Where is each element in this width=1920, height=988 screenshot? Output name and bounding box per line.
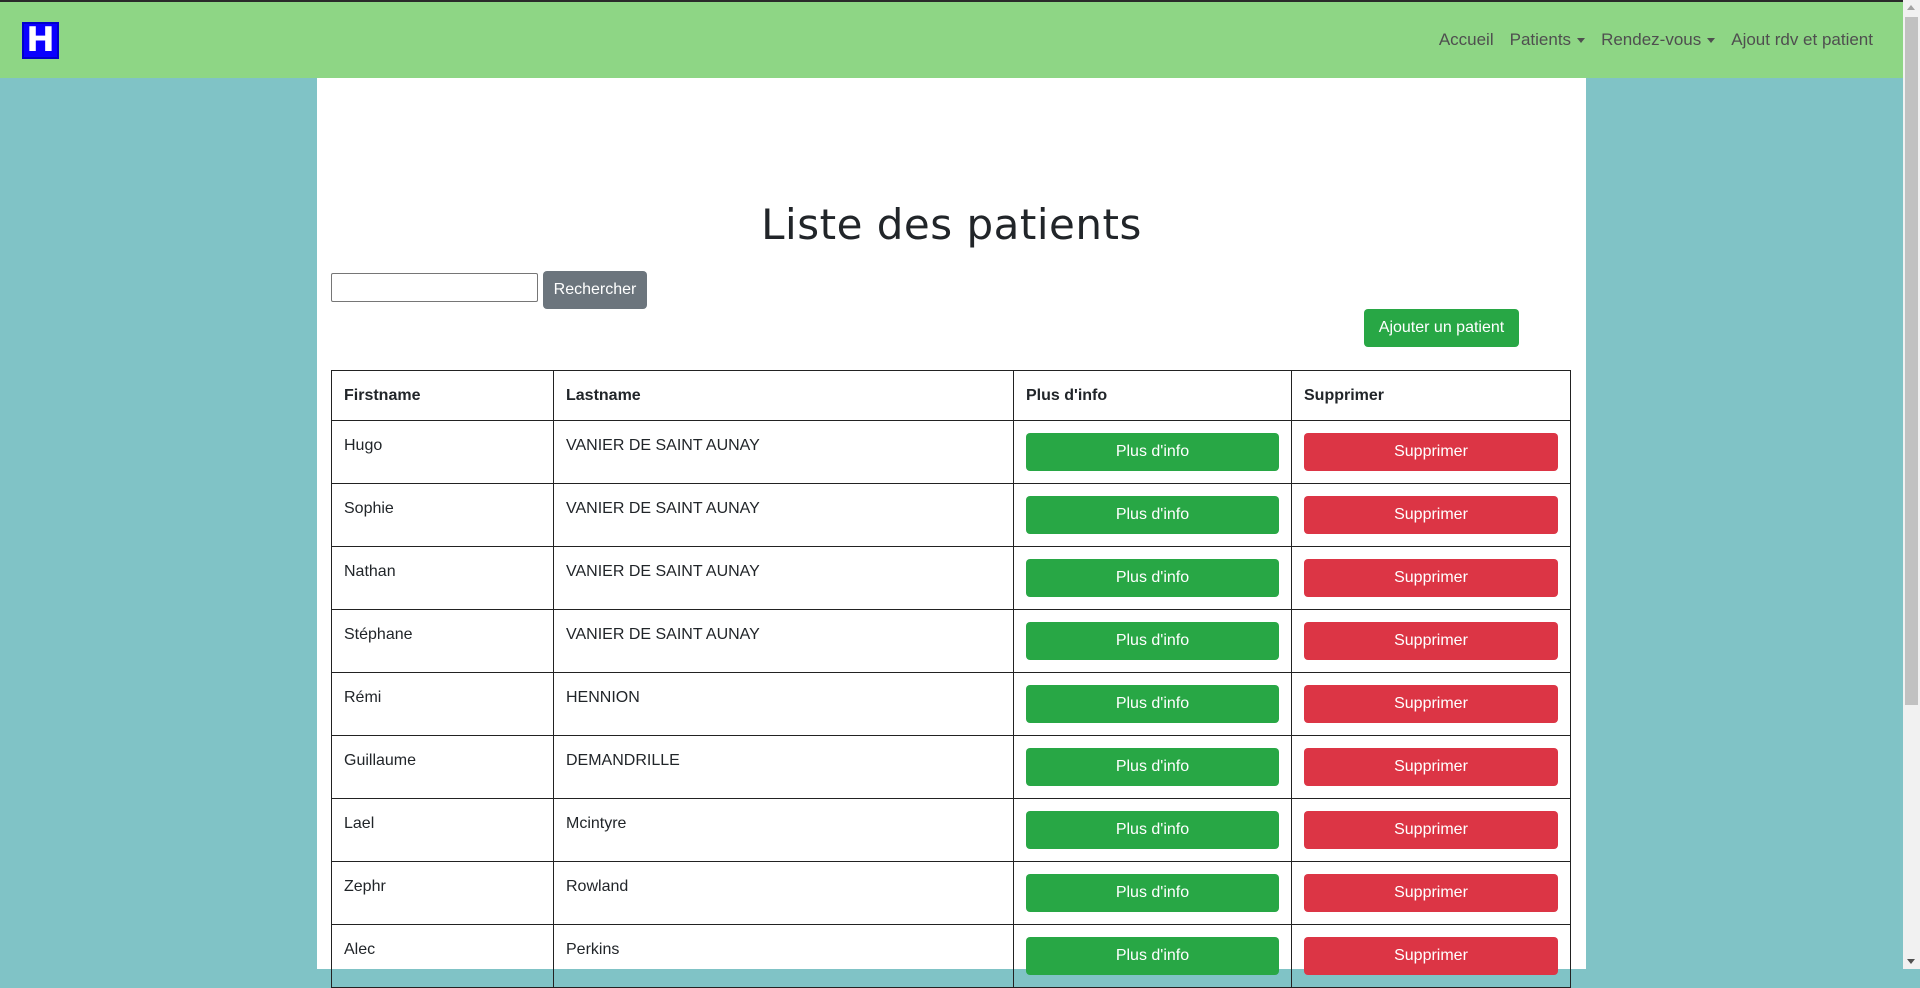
search-button[interactable]: Rechercher <box>543 271 647 309</box>
nav-link-label: Accueil <box>1438 30 1494 49</box>
delete-button[interactable]: Supprimer <box>1304 937 1558 975</box>
info-button[interactable]: Plus d'info <box>1026 496 1279 534</box>
cell-firstname: Zephr <box>331 861 554 925</box>
cell-delete: Supprimer <box>1291 672 1571 736</box>
cell-firstname: Sophie <box>331 483 554 547</box>
cell-firstname: Nathan <box>331 546 554 610</box>
table-row: Stéphane VANIER DE SAINT AUNAY Plus d'in… <box>331 609 1571 673</box>
scroll-down-arrow-icon[interactable] <box>1907 959 1915 964</box>
cell-delete: Supprimer <box>1291 861 1571 925</box>
cell-lastname: DEMANDRILLE <box>553 735 1014 799</box>
cell-delete: Supprimer <box>1291 420 1571 484</box>
cell-firstname: Alec <box>331 924 554 988</box>
cell-info: Plus d'info <box>1013 861 1292 925</box>
nav-links: Accueil Patients Rendez-vous Ajout rdv e… <box>1431 22 1881 58</box>
cell-delete: Supprimer <box>1291 924 1571 988</box>
cell-firstname: Lael <box>331 798 554 862</box>
delete-button[interactable]: Supprimer <box>1304 811 1558 849</box>
column-header-info: Plus d'info <box>1013 370 1292 421</box>
cell-info: Plus d'info <box>1013 735 1292 799</box>
delete-button[interactable]: Supprimer <box>1304 622 1558 660</box>
main-container: Liste des patients Rechercher Ajouter un… <box>317 78 1586 988</box>
cell-firstname: Rémi <box>331 672 554 736</box>
table-row: Guillaume DEMANDRILLE Plus d'info Suppri… <box>331 735 1571 799</box>
nav-link-label: Ajout rdv et patient <box>1731 30 1873 49</box>
caret-down-icon <box>1577 37 1586 43</box>
delete-button[interactable]: Supprimer <box>1304 874 1558 912</box>
table-row: Sophie VANIER DE SAINT AUNAY Plus d'info… <box>331 483 1571 547</box>
nav-link-label: Rendez-vous <box>1601 30 1702 49</box>
column-header-lastname: Lastname <box>553 370 1014 421</box>
cell-firstname: Hugo <box>331 420 554 484</box>
table-header-row: Firstname Lastname Plus d'info Supprimer <box>331 370 1571 421</box>
table-row: Lael Mcintyre Plus d'info Supprimer <box>331 798 1571 862</box>
cell-lastname: Rowland <box>553 861 1014 925</box>
cell-info: Plus d'info <box>1013 924 1292 988</box>
column-header-delete: Supprimer <box>1291 370 1571 421</box>
add-patient-button[interactable]: Ajouter un patient <box>1364 309 1519 347</box>
table-row: Rémi HENNION Plus d'info Supprimer <box>331 672 1571 736</box>
info-button[interactable]: Plus d'info <box>1026 685 1279 723</box>
cell-lastname: VANIER DE SAINT AUNAY <box>553 546 1014 610</box>
delete-button[interactable]: Supprimer <box>1304 496 1558 534</box>
hospital-logo-icon[interactable]: H <box>22 21 59 59</box>
cell-delete: Supprimer <box>1291 546 1571 610</box>
cell-lastname: VANIER DE SAINT AUNAY <box>553 483 1014 547</box>
search-input[interactable] <box>331 273 538 302</box>
info-button[interactable]: Plus d'info <box>1026 748 1279 786</box>
cell-lastname: HENNION <box>553 672 1014 736</box>
table-row: Zephr Rowland Plus d'info Supprimer <box>331 861 1571 925</box>
delete-button[interactable]: Supprimer <box>1304 685 1558 723</box>
page-title: Liste des patients <box>761 200 1142 249</box>
patients-table-wrapper: Firstname Lastname Plus d'info Supprimer… <box>331 370 1571 988</box>
info-button[interactable]: Plus d'info <box>1026 433 1279 471</box>
nav-link-label: Patients <box>1509 30 1572 49</box>
cell-info: Plus d'info <box>1013 609 1292 673</box>
delete-button[interactable]: Supprimer <box>1304 559 1558 597</box>
nav-link-accueil[interactable]: Accueil <box>1431 22 1502 58</box>
cell-firstname: Guillaume <box>331 735 554 799</box>
cell-info: Plus d'info <box>1013 546 1292 610</box>
nav-dropdown-patients[interactable]: Patients <box>1502 22 1593 58</box>
cell-delete: Supprimer <box>1291 735 1571 799</box>
nav-dropdown-rendez-vous[interactable]: Rendez-vous <box>1593 22 1723 58</box>
cell-delete: Supprimer <box>1291 609 1571 673</box>
cell-lastname: Perkins <box>553 924 1014 988</box>
cell-lastname: VANIER DE SAINT AUNAY <box>553 420 1014 484</box>
delete-button[interactable]: Supprimer <box>1304 748 1558 786</box>
cell-delete: Supprimer <box>1291 483 1571 547</box>
cell-info: Plus d'info <box>1013 420 1292 484</box>
nav-link-ajout-rdv-patient[interactable]: Ajout rdv et patient <box>1723 22 1881 58</box>
cell-lastname: Mcintyre <box>553 798 1014 862</box>
info-button[interactable]: Plus d'info <box>1026 937 1279 975</box>
page-scrollbar[interactable] <box>1903 0 1920 969</box>
caret-down-icon <box>1707 37 1716 43</box>
scrollbar-thumb[interactable] <box>1905 17 1918 705</box>
cell-info: Plus d'info <box>1013 483 1292 547</box>
column-header-firstname: Firstname <box>331 370 554 421</box>
scroll-up-arrow-icon[interactable] <box>1907 5 1915 10</box>
cell-lastname: VANIER DE SAINT AUNAY <box>553 609 1014 673</box>
info-button[interactable]: Plus d'info <box>1026 559 1279 597</box>
cell-firstname: Stéphane <box>331 609 554 673</box>
table-row: Alec Perkins Plus d'info Supprimer <box>331 924 1571 988</box>
cell-info: Plus d'info <box>1013 672 1292 736</box>
table-row: Nathan VANIER DE SAINT AUNAY Plus d'info… <box>331 546 1571 610</box>
info-button[interactable]: Plus d'info <box>1026 874 1279 912</box>
delete-button[interactable]: Supprimer <box>1304 433 1558 471</box>
table-row: Hugo VANIER DE SAINT AUNAY Plus d'info S… <box>331 420 1571 484</box>
top-navbar: H Accueil Patients Rendez-vous Ajout rdv… <box>0 2 1903 78</box>
info-button[interactable]: Plus d'info <box>1026 811 1279 849</box>
cell-delete: Supprimer <box>1291 798 1571 862</box>
cell-info: Plus d'info <box>1013 798 1292 862</box>
patients-table: Firstname Lastname Plus d'info Supprimer… <box>331 370 1571 988</box>
info-button[interactable]: Plus d'info <box>1026 622 1279 660</box>
